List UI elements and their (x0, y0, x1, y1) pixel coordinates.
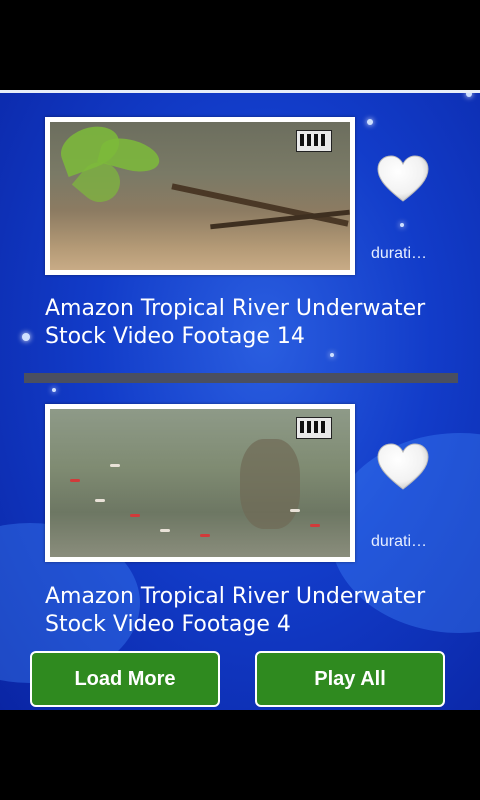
background-sparkle (52, 388, 56, 392)
thumbnail-image (50, 122, 350, 270)
video-thumbnail[interactable] (45, 117, 355, 275)
status-bar-area (0, 0, 480, 90)
favorite-button[interactable] (376, 155, 430, 203)
load-more-button[interactable]: Load More (30, 651, 220, 707)
video-list[interactable]: durati… Amazon Tropical River Underwater… (0, 93, 480, 710)
fish-shape (290, 509, 300, 512)
heart-icon (377, 155, 429, 202)
bottom-bar-area (0, 710, 480, 800)
background-sparkle (367, 119, 373, 125)
thumbnail-image (50, 409, 350, 557)
heart-icon (377, 443, 429, 490)
watermark-logo (296, 417, 332, 439)
duration-label: durati… (371, 533, 428, 550)
list-divider (24, 373, 458, 383)
fish-shape (200, 534, 210, 537)
fish-shape (70, 479, 80, 482)
background-sparkle (330, 353, 334, 357)
background-sparkle (400, 223, 404, 227)
fish-shape (130, 514, 140, 517)
rock-shape (240, 439, 300, 529)
favorite-button[interactable] (376, 443, 430, 491)
fish-shape (160, 529, 170, 532)
fish-shape (95, 499, 105, 502)
watermark-logo (296, 130, 332, 152)
background-sparkle (466, 93, 472, 97)
video-thumbnail[interactable] (45, 404, 355, 562)
fish-shape (110, 464, 120, 467)
play-all-button[interactable]: Play All (255, 651, 445, 707)
video-title[interactable]: Amazon Tropical River Underwater Stock V… (45, 295, 465, 351)
fish-shape (310, 524, 320, 527)
video-title[interactable]: Amazon Tropical River Underwater Stock V… (45, 583, 465, 639)
duration-label: durati… (371, 245, 428, 262)
background-sparkle (22, 333, 30, 341)
